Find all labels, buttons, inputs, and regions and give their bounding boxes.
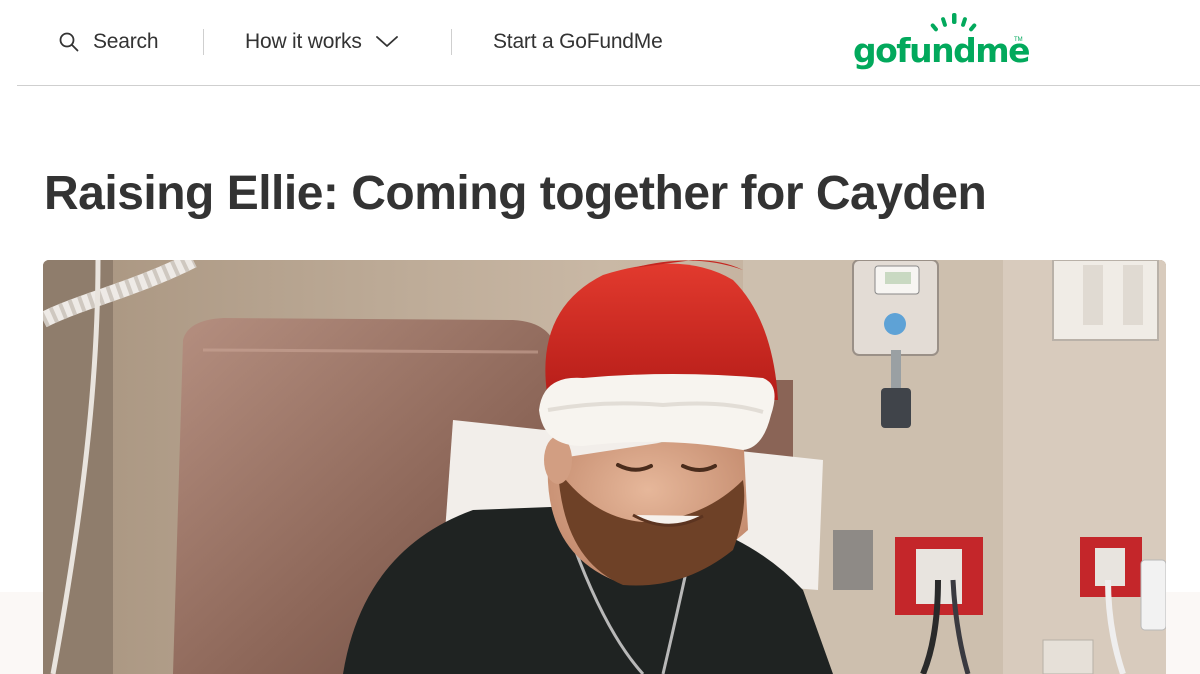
site-header: Search How it works Start a GoFundMe gof… (17, 0, 1200, 86)
search-button[interactable]: Search (59, 28, 159, 56)
search-label: Search (93, 30, 159, 53)
campaign-photo[interactable] (43, 260, 1166, 674)
logo-trademark: TM (1014, 37, 1023, 43)
gofundme-logo[interactable]: gofundme TM (853, 12, 1031, 74)
campaign-photo-illustration (43, 260, 1166, 674)
chevron-down-icon (375, 36, 398, 47)
nav-divider (203, 29, 204, 55)
nav-divider (451, 29, 452, 55)
start-gofundme-link[interactable]: Start a GoFundMe (493, 28, 663, 56)
how-it-works-menu[interactable]: How it works (245, 28, 398, 56)
how-it-works-label: How it works (245, 30, 362, 53)
campaign-title: Raising Ellie: Coming together for Cayde… (44, 167, 987, 220)
start-gofundme-label: Start a GoFundMe (493, 30, 663, 53)
logo-wordmark: gofundme (853, 31, 1031, 70)
search-icon (59, 32, 79, 52)
